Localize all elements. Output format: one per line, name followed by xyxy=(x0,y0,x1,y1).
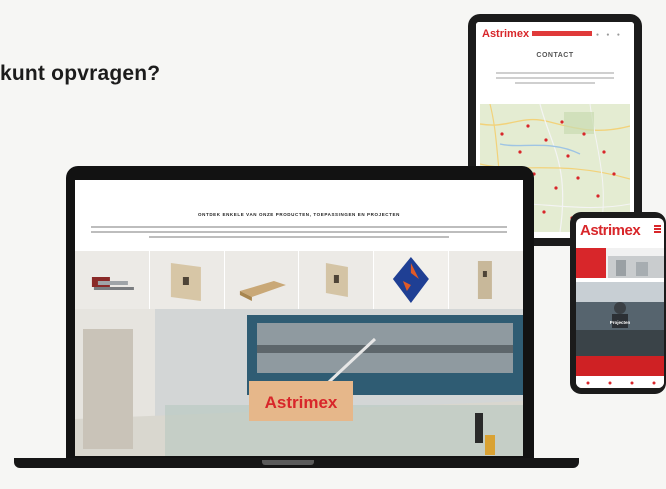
product-tile[interactable] xyxy=(449,251,523,309)
product-tile[interactable] xyxy=(75,251,150,309)
product-tile[interactable] xyxy=(224,251,300,309)
product-gallery xyxy=(75,251,523,309)
laptop-notch xyxy=(262,460,314,465)
sign-text: Astrimex xyxy=(265,393,338,412)
product-tile[interactable] xyxy=(299,251,375,309)
laptop-screen: Ontdek enkele van onze producten, toepas… xyxy=(75,180,523,456)
product-tile[interactable] xyxy=(149,251,225,309)
banner-image xyxy=(576,248,664,278)
tablet-text-line xyxy=(496,72,614,74)
hamburger-menu-icon[interactable] xyxy=(654,225,661,233)
laptop-section-heading: Ontdek enkele van onze producten, toepas… xyxy=(198,212,400,217)
laptop-device: Ontdek enkele van onze producten, toepas… xyxy=(66,166,534,461)
phone-logo[interactable]: Astrimex xyxy=(580,222,641,239)
phone-device: Astrimex Projecten xyxy=(570,212,666,394)
tablet-menu-bar[interactable] xyxy=(532,31,592,36)
section-headline: kunt opvragen? xyxy=(0,62,161,85)
workshop-photo: Astrimex xyxy=(75,309,523,456)
footer-nav-icons[interactable] xyxy=(576,377,664,388)
product-image xyxy=(393,257,430,303)
phone-banner xyxy=(576,248,664,278)
laptop-text-line xyxy=(91,231,507,233)
tablet-text-line xyxy=(496,77,614,79)
tablet-text-line xyxy=(515,82,595,84)
hero-image: Astrimex xyxy=(75,309,523,456)
product-image xyxy=(91,277,134,290)
laptop-text-line xyxy=(91,226,507,228)
phone-red-section xyxy=(576,356,664,376)
tablet-navbar: Astrimex ● ● ● xyxy=(476,22,634,44)
product-image xyxy=(170,263,201,301)
tablet-page-title: CONTACT xyxy=(536,52,574,59)
product-image xyxy=(326,263,349,297)
product-image xyxy=(478,261,493,299)
phone-hero[interactable]: Projecten xyxy=(576,282,664,356)
phone-footer-nav xyxy=(576,376,664,388)
phone-hero-title: Projecten xyxy=(609,320,631,325)
tablet-logo[interactable]: Astrimex xyxy=(482,28,529,40)
phone-hero-image xyxy=(576,282,664,356)
product-image xyxy=(239,281,286,301)
product-tile[interactable] xyxy=(374,251,450,309)
tablet-nav-icons[interactable]: ● ● ● xyxy=(596,32,623,38)
phone-screen: Astrimex Projecten xyxy=(576,218,664,388)
laptop-text-line xyxy=(149,236,449,238)
